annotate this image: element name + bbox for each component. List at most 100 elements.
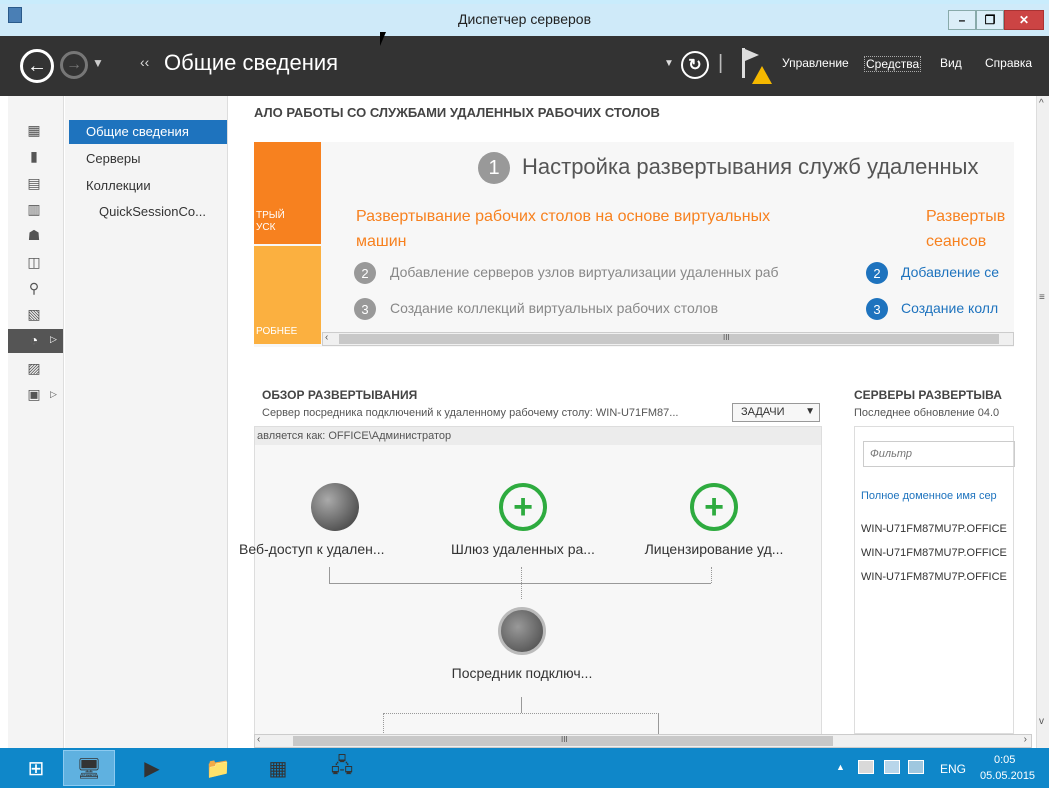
language-indicator[interactable]: ENG bbox=[940, 762, 966, 776]
overview-subtitle: Сервер посредника подключений к удаленно… bbox=[262, 407, 679, 419]
nav-servers[interactable]: Серверы bbox=[69, 147, 227, 171]
page-title: Общие сведения bbox=[164, 50, 339, 75]
ad-ds-icon[interactable]: ▥ bbox=[24, 201, 44, 219]
rds-nav-selected[interactable]: ◔ ▷ bbox=[8, 329, 63, 353]
session-step-2-badge: 2 bbox=[866, 262, 888, 284]
broker-icon[interactable] bbox=[498, 607, 546, 655]
session-step-3-link[interactable]: Создание колл bbox=[901, 300, 1014, 316]
scroll-down-icon[interactable]: v bbox=[1039, 716, 1044, 727]
quickstart-panel: ТРЫЙ УСК РОБНЕЕ 1 Настройка развертывани… bbox=[254, 142, 1014, 347]
rds-navigation: Общие сведения Серверы Коллекции QuickSe… bbox=[65, 96, 228, 748]
session-deployment-title[interactable]: Развертыв сеансов bbox=[926, 204, 1014, 254]
scroll-left-icon[interactable]: ‹ bbox=[257, 734, 260, 745]
network-tray-icon[interactable] bbox=[884, 760, 900, 774]
vm-step-2-badge: 2 bbox=[354, 262, 376, 284]
powershell-task-icon[interactable]: ▶ bbox=[126, 750, 178, 786]
managed-as-label: авляется как: OFFICE\Администратор bbox=[255, 427, 821, 445]
servers-updated: Последнее обновление 04.0 bbox=[854, 407, 1000, 419]
dropdown-icon[interactable]: ▼ bbox=[664, 58, 674, 69]
remote-desktop-icon: ◔ bbox=[29, 332, 39, 348]
server-manager-task-icon[interactable]: 🖥 bbox=[63, 750, 115, 786]
vm-deployment-title[interactable]: Развертывание рабочих столов на основе в… bbox=[356, 204, 776, 254]
learn-more-tile[interactable]: РОБНЕЕ bbox=[254, 246, 321, 344]
start-button-icon[interactable]: ⊞ bbox=[10, 750, 62, 786]
expand-arrow-icon[interactable]: ▷ bbox=[50, 389, 57, 400]
expand-arrow-icon[interactable]: ▷ bbox=[50, 334, 57, 345]
warning-icon bbox=[752, 66, 772, 84]
dashboard-icon[interactable]: ▦ bbox=[24, 122, 44, 140]
local-server-icon[interactable]: ▮ bbox=[24, 148, 44, 166]
nav-overview[interactable]: Общие сведения bbox=[69, 120, 227, 144]
scroll-thumb[interactable]: ≡ bbox=[1039, 292, 1045, 303]
step-1-badge: 1 bbox=[478, 152, 510, 184]
main-content: АЛО РАБОТЫ СО СЛУЖБАМИ УДАЛЕННЫХ РАБОЧИХ… bbox=[230, 96, 1036, 748]
control-panel-task-icon[interactable]: ▦ bbox=[252, 750, 304, 786]
role-licensing[interactable]: Лицензирование уд... bbox=[619, 541, 809, 557]
file-services-icon[interactable]: ⚲ bbox=[24, 280, 44, 298]
role-gateway[interactable]: Шлюз удаленных ра... bbox=[428, 541, 618, 557]
tray-expand-icon[interactable]: ▲ bbox=[836, 762, 845, 772]
action-center-icon[interactable] bbox=[858, 760, 874, 774]
iis-icon[interactable]: ▧ bbox=[24, 306, 44, 324]
vm-step-3-text: Создание коллекций виртуальных рабочих с… bbox=[390, 300, 719, 316]
dns-icon[interactable]: ◫ bbox=[24, 254, 44, 272]
tasks-dropdown[interactable]: ЗАДАЧИ ▼ bbox=[732, 403, 820, 422]
role-icon-bar: ▦ ▮ ▤ ▥ ☗ ◫ ⚲ ▧ ◔ ▷ ▨ ▣ ▷ bbox=[8, 96, 64, 748]
quickstart-heading: АЛО РАБОТЫ СО СЛУЖБАМИ УДАЛЕННЫХ РАБОЧИХ… bbox=[254, 105, 660, 120]
servers-panel: Фильтр Полное доменное имя сер WIN-U71FM… bbox=[854, 426, 1015, 734]
window-titlebar: Диспетчер серверов – ❐ ✕ bbox=[0, 0, 1049, 36]
add-licensing-icon[interactable]: + bbox=[690, 483, 738, 531]
quickstart-hscroll[interactable]: ‹ III bbox=[322, 332, 1014, 346]
menu-view[interactable]: Вид bbox=[940, 56, 962, 70]
minimize-button[interactable]: – bbox=[948, 10, 976, 30]
server-row[interactable]: WIN-U71FM87MU7P.OFFICE bbox=[861, 571, 1015, 583]
forward-button[interactable]: → bbox=[60, 51, 88, 79]
servers-title: СЕРВЕРЫ РАЗВЕРТЫВА bbox=[854, 388, 1002, 402]
nav-collection-quicksession[interactable]: QuickSessionCo... bbox=[69, 200, 227, 224]
menu-tools[interactable]: Средства bbox=[864, 56, 922, 72]
mouse-cursor-icon bbox=[380, 32, 386, 46]
nav-collections[interactable]: Коллекции bbox=[69, 174, 227, 198]
app-header: ← → ▼ ‹‹ Общие сведения ▼ ↻ | Управление… bbox=[0, 36, 1049, 96]
menu-manage[interactable]: Управление bbox=[782, 56, 849, 70]
main-vscroll[interactable]: ^ ≡ v bbox=[1036, 96, 1049, 748]
dhcp-icon[interactable]: ☗ bbox=[24, 227, 44, 245]
wsus-icon[interactable]: ▨ bbox=[24, 360, 44, 378]
notifications-flag-icon[interactable] bbox=[740, 48, 774, 86]
globe-icon[interactable] bbox=[311, 483, 359, 531]
restore-button[interactable]: ❐ bbox=[976, 10, 1004, 30]
vm-step-3-badge: 3 bbox=[354, 298, 376, 320]
window-title: Диспетчер серверов bbox=[457, 11, 592, 27]
menu-help[interactable]: Справка bbox=[985, 56, 1032, 70]
filter-input[interactable]: Фильтр bbox=[863, 441, 1015, 467]
fqdn-column-header[interactable]: Полное доменное имя сер bbox=[861, 490, 1015, 502]
scroll-grip[interactable]: III bbox=[561, 735, 568, 744]
file-storage-icon[interactable]: ▣ bbox=[24, 386, 44, 404]
server-row[interactable]: WIN-U71FM87MU7P.OFFICE bbox=[861, 547, 1015, 559]
taskbar: ⊞ 🖥 ▶ 📁 ▦ 🖧 ▲ ENG 0:05 05.05.2015 bbox=[0, 748, 1049, 788]
volume-icon[interactable] bbox=[908, 760, 924, 774]
tasks-label: ЗАДАЧИ bbox=[741, 406, 785, 418]
step-1-title: Настройка развертывания служб удаленных bbox=[522, 154, 979, 179]
clock-time[interactable]: 0:05 bbox=[994, 754, 1015, 766]
scroll-right-icon[interactable]: › bbox=[1024, 734, 1027, 745]
close-button[interactable]: ✕ bbox=[1004, 10, 1044, 30]
role-web-access[interactable]: Веб-доступ к удален... bbox=[239, 541, 419, 557]
explorer-task-icon[interactable]: 📁 bbox=[192, 750, 244, 786]
history-dropdown-icon[interactable]: ▼ bbox=[92, 56, 104, 70]
role-broker[interactable]: Посредник подключ... bbox=[427, 665, 617, 681]
scroll-left-icon[interactable]: ‹ bbox=[325, 332, 328, 343]
session-step-2-link[interactable]: Добавление се bbox=[901, 264, 1014, 280]
overview-hscroll[interactable]: ‹ III › bbox=[254, 734, 1032, 748]
back-button[interactable]: ← bbox=[20, 49, 54, 83]
clock-date[interactable]: 05.05.2015 bbox=[980, 770, 1035, 782]
refresh-button[interactable]: ↻ bbox=[681, 51, 709, 79]
chevron-down-icon: ▼ bbox=[805, 406, 815, 417]
add-gateway-icon[interactable]: + bbox=[499, 483, 547, 531]
scroll-up-icon[interactable]: ^ bbox=[1039, 98, 1044, 109]
network-task-icon[interactable]: 🖧 bbox=[316, 750, 368, 786]
quickstart-tile[interactable]: ТРЫЙ УСК bbox=[254, 142, 321, 244]
server-row[interactable]: WIN-U71FM87MU7P.OFFICE bbox=[861, 523, 1015, 535]
scroll-grip[interactable]: III bbox=[723, 333, 730, 342]
all-servers-icon[interactable]: ▤ bbox=[24, 175, 44, 193]
